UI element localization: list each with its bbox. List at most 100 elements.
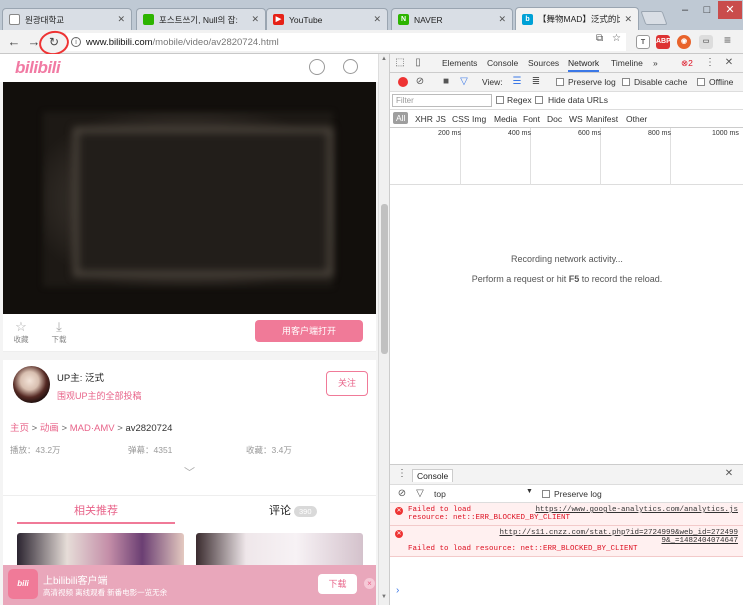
search-icon[interactable] xyxy=(309,59,325,75)
related-thumbnail[interactable] xyxy=(17,533,184,569)
chevron-down-icon[interactable]: ▼ xyxy=(526,488,533,495)
list-view-icon[interactable]: ☰ xyxy=(511,76,523,88)
console-drawer-tab[interactable]: Console xyxy=(412,469,454,482)
chevron-down-icon[interactable]: ﹀ xyxy=(184,464,195,480)
type-all[interactable]: All xyxy=(393,112,409,124)
type-font[interactable]: Font xyxy=(523,114,540,124)
console-preserve-log-checkbox[interactable] xyxy=(542,490,550,498)
promo-download-button[interactable]: 下载 xyxy=(318,574,357,594)
close-icon[interactable]: ✕ xyxy=(498,14,506,25)
extension-icon[interactable]: ◉ xyxy=(677,35,691,49)
type-xhr[interactable]: XHR xyxy=(415,114,433,124)
adblock-icon[interactable]: ABP xyxy=(656,35,671,49)
browser-tab-active[interactable]: b 【舞物MAD】泛式的比: ✕ xyxy=(515,7,639,30)
filter-icon[interactable]: ▽ xyxy=(458,76,470,88)
more-tabs-icon[interactable]: » xyxy=(653,58,658,68)
drawer-menu-icon[interactable]: ⋮ xyxy=(396,468,408,480)
error-link[interactable]: https://www.google-analytics.com/analyti… xyxy=(535,506,738,514)
capture-screenshots-icon[interactable]: ■ xyxy=(440,76,452,88)
context-selector[interactable]: top xyxy=(434,489,446,499)
timeline-tick-label: 800 ms xyxy=(648,130,671,137)
close-icon[interactable]: ✕ xyxy=(373,14,381,25)
new-tab-button[interactable] xyxy=(640,11,668,25)
url-host: www.bilibili.com xyxy=(86,36,153,48)
browser-tab[interactable]: 원광대학교 ✕ xyxy=(2,8,132,30)
type-other[interactable]: Other xyxy=(626,114,647,124)
error-count-badge[interactable]: ⊗2 xyxy=(681,58,693,69)
error-link[interactable]: http://s11.cnzz.com/stat.php?id=2724999&… xyxy=(408,529,738,545)
tab-network[interactable]: Network xyxy=(568,58,600,72)
tab-sources[interactable]: Sources xyxy=(528,58,559,68)
console-prompt[interactable]: › xyxy=(396,585,399,596)
browser-tab[interactable]: ▶ YouTube ✕ xyxy=(266,8,388,30)
tab-elements[interactable]: Elements xyxy=(442,58,477,68)
type-css[interactable]: CSS xyxy=(452,114,469,124)
breadcrumb-anime[interactable]: 动画 xyxy=(40,423,59,434)
tab-console[interactable]: Console xyxy=(487,58,518,68)
video-player[interactable] xyxy=(3,82,376,314)
close-window-button[interactable]: ✕ xyxy=(718,1,742,19)
devtools-menu-icon[interactable]: ⋮ xyxy=(704,57,716,69)
maximize-button[interactable]: □ xyxy=(696,1,718,19)
filter-input[interactable]: Filter xyxy=(392,94,492,107)
hide-data-urls-checkbox[interactable] xyxy=(535,96,543,104)
clear-console-icon[interactable]: ⊘ xyxy=(396,488,408,500)
regex-checkbox[interactable] xyxy=(496,96,504,104)
console-error: ✕ Failed to load https://www.google-anal… xyxy=(390,503,743,526)
scroll-up-icon[interactable]: ▲ xyxy=(381,56,387,62)
danmaku-count: 弹幕：4351 xyxy=(128,445,173,455)
close-devtools-icon[interactable]: ✕ xyxy=(723,57,735,69)
tab-related[interactable]: 相关推荐 xyxy=(17,502,175,524)
info-icon[interactable]: i xyxy=(71,37,81,47)
device-toolbar-icon[interactable]: ▯ xyxy=(412,57,424,69)
offline-checkbox[interactable] xyxy=(697,78,705,86)
bilibili-logo[interactable]: bilibili xyxy=(15,58,61,78)
browser-tab[interactable]: N NAVER ✕ xyxy=(391,8,513,30)
browser-tab[interactable]: 포스트쓰기, Null의 잡: ✕ xyxy=(136,8,266,30)
scroll-down-icon[interactable]: ▼ xyxy=(381,594,387,600)
preserve-log-checkbox[interactable] xyxy=(556,78,564,86)
tab-timeline[interactable]: Timeline xyxy=(611,58,643,68)
type-ws[interactable]: WS xyxy=(569,114,583,124)
close-drawer-icon[interactable]: ✕ xyxy=(723,468,735,480)
address-bar[interactable]: i www.bilibili.com/mobile/video/av282072… xyxy=(66,33,626,51)
menu-icon[interactable]: ≡ xyxy=(724,33,731,47)
uploader-name[interactable]: UP主: 泛式 xyxy=(57,370,104,384)
breadcrumb-mad[interactable]: MAD·AMV xyxy=(70,423,115,434)
record-icon[interactable] xyxy=(398,77,408,87)
uploader-uploads-link[interactable]: 围观UP主的全部投稿 xyxy=(57,389,142,402)
page-scrollbar[interactable]: ▲ ▼ xyxy=(378,54,389,605)
type-doc[interactable]: Doc xyxy=(547,114,562,124)
close-icon[interactable]: ✕ xyxy=(251,14,259,25)
breadcrumb-home[interactable]: 主页 xyxy=(10,423,29,434)
history-icon[interactable] xyxy=(343,59,358,74)
scrollbar-thumb[interactable] xyxy=(381,204,388,354)
error-icon: ✕ xyxy=(395,507,403,515)
waterfall-view-icon[interactable]: ≣ xyxy=(530,76,542,88)
close-icon[interactable]: ✕ xyxy=(624,14,632,25)
translate-icon[interactable]: ⧉ xyxy=(596,33,603,44)
close-icon[interactable]: × xyxy=(364,578,375,589)
clear-icon[interactable]: ⊘ xyxy=(414,76,426,88)
close-icon[interactable]: ✕ xyxy=(117,14,125,25)
type-manifest[interactable]: Manifest xyxy=(586,114,618,124)
avatar[interactable] xyxy=(13,366,50,403)
error-text: Failed to load resource: net::ERR_BLOCKE… xyxy=(408,545,638,553)
bookmark-star-icon[interactable]: ☆ xyxy=(612,33,621,44)
minimize-button[interactable]: – xyxy=(674,1,696,19)
download-action[interactable]: ⤓ 下载 xyxy=(48,319,70,345)
back-icon[interactable]: ← xyxy=(4,34,24,49)
type-js[interactable]: JS xyxy=(436,114,446,124)
open-in-app-button[interactable]: 用客户端打开 xyxy=(255,320,363,342)
related-thumbnail[interactable] xyxy=(196,533,363,569)
inspect-icon[interactable]: ⬚ xyxy=(394,57,406,69)
filter-icon[interactable]: ▽ xyxy=(414,488,426,500)
type-media[interactable]: Media xyxy=(494,114,517,124)
disable-cache-checkbox[interactable] xyxy=(622,78,630,86)
favorite-action[interactable]: ☆ 收藏 xyxy=(10,319,32,345)
extension-t-icon[interactable]: T xyxy=(636,35,650,49)
follow-button[interactable]: 关注 xyxy=(326,371,368,396)
type-img[interactable]: Img xyxy=(472,114,486,124)
cast-icon[interactable]: ▭ xyxy=(699,35,713,49)
tab-comments[interactable]: 评论 390 xyxy=(269,502,317,518)
